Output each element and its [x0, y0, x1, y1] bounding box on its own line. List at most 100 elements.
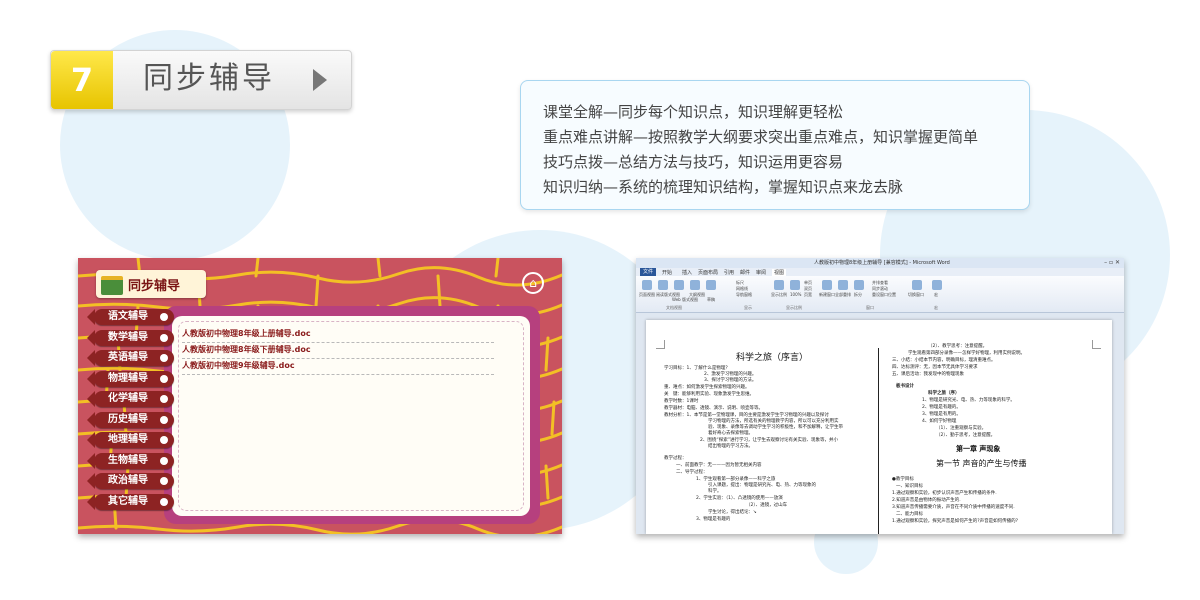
doc-text-line: （2）、勤于思考，注意提醒。 [936, 433, 996, 438]
subject-menu-label: 其它辅导 [108, 496, 148, 507]
feature-description-box: 课堂全解—同步每个知识点，知识理解更轻松 重点难点讲解—按照教学大纲要求突出重点… [520, 80, 1030, 210]
subject-menu-button[interactable]: 化学辅导 [87, 391, 174, 407]
switch-window-icon[interactable] [912, 280, 922, 290]
subject-menu-button[interactable]: 生物辅导 [87, 453, 174, 469]
page-corner-mark [656, 340, 665, 349]
ribbon-button-label: 拆分 [854, 292, 862, 297]
doc-text-line: 学生讨论，得出结论：↘ [708, 510, 757, 515]
macro-icon[interactable] [932, 280, 942, 290]
dot-icon [160, 354, 168, 362]
ribbon-group-label: 显示比例 [786, 305, 802, 310]
ribbon-button-label: 大纲视图 [689, 292, 705, 297]
ribbon-button-label[interactable]: 页宽 [804, 292, 812, 298]
feature-line: 技巧点拨—总结方法与技巧，知识运用更容易 [543, 153, 844, 171]
section-heading: 第一节 声音的产生与传播 [936, 459, 1027, 468]
doc-text-line: 2、物理是有趣的。 [922, 405, 961, 410]
dot-icon [160, 477, 168, 485]
web-layout-icon[interactable] [674, 280, 684, 290]
app-logo-title: 同步辅导 [128, 279, 181, 294]
ribbon-group-label: 宏 [934, 305, 938, 310]
tab-file[interactable]: 文件 [640, 268, 656, 276]
ribbon-tab[interactable]: 审阅 [756, 269, 766, 276]
ribbon-tab[interactable]: 插入 [682, 269, 692, 276]
ribbon-button-label: 100% [790, 292, 802, 297]
dot-icon [160, 436, 168, 444]
doc-text-line: 1.通过观察和实验，初步认识声音产生和传播的条件. [892, 491, 997, 496]
doc-text-line: 1.通过观察和实验，探究声音是如何产生的?声音是如何传播的? [892, 519, 1019, 524]
feature-line: 课堂全解—同步每个知识点，知识理解更轻松 [543, 103, 844, 121]
dot-icon [160, 416, 168, 424]
ribbon-tab[interactable]: 引用 [724, 269, 734, 276]
subject-menu-button[interactable]: 英语辅导 [87, 350, 174, 366]
ribbon-group-label: 窗口 [866, 305, 874, 310]
ribbon-button-label[interactable]: 导航窗格 [736, 292, 752, 298]
feature-line: 重点难点讲解—按照教学大纲要求突出重点难点，知识掌握更简单 [543, 128, 979, 146]
doc-text-line: （2）、透镜，过山车 [746, 503, 788, 508]
home-icon[interactable]: ⌂ [522, 272, 544, 294]
reading-layout-icon[interactable] [658, 280, 668, 290]
ribbon-group-label: 文档视图 [666, 305, 682, 310]
subject-menu-label: 化学辅导 [108, 393, 148, 404]
ribbon-tab[interactable]: 开始 [662, 269, 672, 276]
dot-icon [160, 457, 168, 465]
file-item[interactable]: 人教版初中物理8年级下册辅导.doc [182, 344, 494, 359]
arrow-right-icon [313, 69, 327, 91]
ribbon-tab[interactable]: 视图 [772, 269, 787, 276]
dot-icon [160, 375, 168, 383]
subject-menu-button[interactable]: 地理辅导 [87, 432, 174, 448]
doc-text-line: 教学器材：电脑、透镜、演示、说明、喷壶等等。 [664, 406, 763, 411]
zoom-icon[interactable] [774, 280, 784, 290]
zoom-100-icon[interactable] [790, 280, 800, 290]
print-layout-icon[interactable] [642, 280, 652, 290]
new-window-icon[interactable] [822, 280, 832, 290]
word-ribbon-tabs: 文件 开始 插入 页面布局 引用 邮件 审阅 视图 [636, 268, 1124, 276]
ribbon-tab[interactable]: 页面布局 [698, 269, 718, 276]
ribbon-button-label: 全部重排 [835, 292, 851, 297]
word-title-bar: 人教版初中物理8年级上册辅导 [兼容模式] - Microsoft Word –… [636, 258, 1124, 268]
doc-text-line: 一、前面教学：无———因为暂无相关内容 [676, 463, 762, 468]
subject-menu-button[interactable]: 数学辅导 [87, 330, 174, 346]
subject-menu-button[interactable]: 政治辅导 [87, 473, 174, 489]
doc-text-line: 科学。 [708, 489, 722, 494]
doc-text-line: 二、导学过程： [676, 470, 708, 475]
doc-text-line: 教学过程： [664, 456, 687, 461]
subject-menu-label: 语文辅导 [108, 311, 148, 322]
subject-menu-button[interactable]: 历史辅导 [87, 412, 174, 428]
ribbon-button-label: 页面视图 [639, 292, 655, 297]
arrange-all-icon[interactable] [838, 280, 848, 290]
dot-icon [160, 313, 168, 321]
subject-menu-button[interactable]: 物理辅导 [87, 371, 174, 387]
subject-menu-label: 英语辅导 [108, 352, 148, 363]
doc-text-line: 三、小结：小结本节内容，明确目标，理清重难点。 [892, 358, 996, 363]
ribbon-button-label: 新建窗口 [819, 292, 835, 297]
ribbon-button-label: 显示比例 [771, 292, 787, 297]
document-page: 科学之旅（序言） 学习目标：1、了解什么是物理？ 2、激发学习物理的兴趣。 3、… [646, 320, 1112, 534]
ribbon-button-label[interactable]: 重设窗口位置 [872, 292, 896, 298]
ribbon-group-label: 显示 [744, 305, 752, 310]
window-controls-icon[interactable]: – ▫ ✕ [1104, 259, 1120, 266]
doc-text-line: 关 键：能够利用实验、现象激发学生思维。 [664, 392, 754, 397]
file-item[interactable]: 人教版初中物理9年级辅导.doc [182, 360, 494, 375]
subject-menu-button[interactable]: 其它辅导 [87, 494, 174, 510]
doc-text-line: 二、能力目标 [896, 512, 923, 517]
dot-icon [160, 498, 168, 506]
doc-text-line: 3、物理是有趣的 [696, 517, 731, 522]
subject-menu-button[interactable]: 语文辅导 [87, 309, 174, 325]
doc-heading: 科学之旅（序言） [736, 353, 809, 363]
doc-text-line: （1）、注重观察与实验。 [936, 426, 987, 431]
dot-icon [160, 334, 168, 342]
subject-menu-label: 历史辅导 [108, 414, 148, 425]
doc-text-line: 2.知道声音是由物体的振动产生的. [892, 498, 961, 503]
file-item[interactable]: 人教版初中物理8年级上册辅导.doc [182, 328, 494, 343]
section-badge: 7 同步辅导 [50, 50, 352, 110]
ribbon-button-label: 宏 [934, 292, 938, 297]
outline-icon[interactable] [690, 280, 700, 290]
split-icon[interactable] [854, 280, 864, 290]
ribbon-tab[interactable]: 邮件 [740, 269, 750, 276]
word-ribbon: 页面视图 阅读版式视图 Web 版式视图 大纲视图 草稿 标尺 网格线 导航窗格… [636, 276, 1124, 313]
app-screenshot: 同步辅导 ⌂ 人教版初中物理8年级上册辅导.doc 人教版初中物理8年级下册辅导… [78, 258, 562, 534]
doc-text-line: 3、物理是有用的。 [922, 412, 961, 417]
word-window-title: 人教版初中物理8年级上册辅导 [兼容模式] - Microsoft Word [814, 260, 950, 266]
subject-menu-label: 政治辅导 [108, 475, 148, 486]
draft-icon[interactable] [706, 280, 716, 290]
